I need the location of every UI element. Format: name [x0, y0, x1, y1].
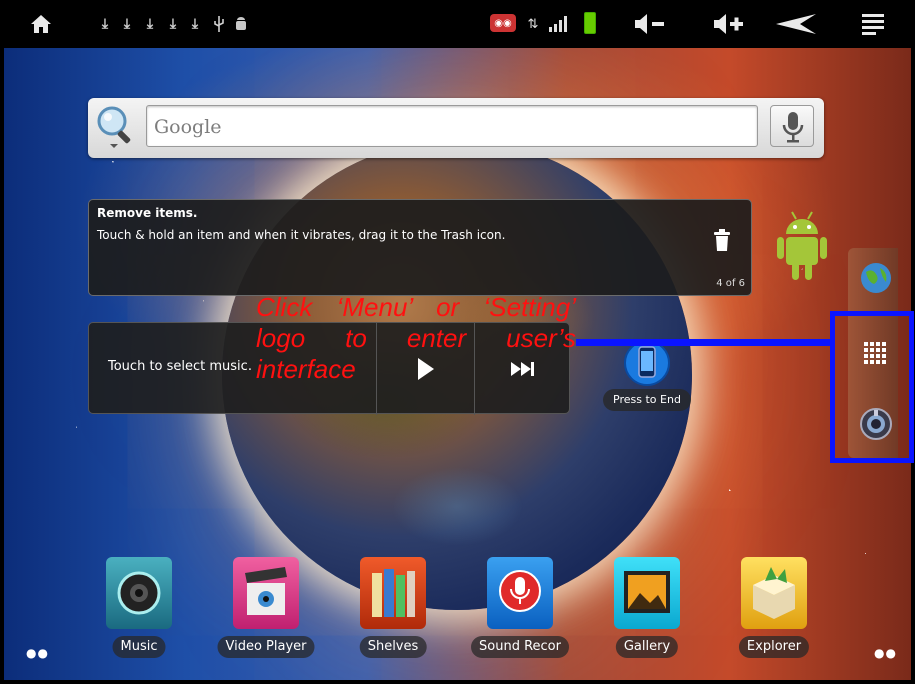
music-prompt: Touch to select music. [108, 359, 252, 374]
status-bar: ⤓ ⤓ ⤓ ⤓ ⤓ ◉◉ ⇅ [0, 0, 915, 48]
download-icon[interactable]: ⤓ [98, 14, 112, 34]
trash-icon [713, 228, 731, 252]
app-music[interactable]: Music [84, 554, 194, 664]
clapperboard-icon [233, 557, 299, 629]
google-search-widget: Google [88, 98, 824, 158]
screen-record-icon[interactable]: ◉◉ [490, 14, 516, 32]
download-icon[interactable]: ⤓ [166, 14, 180, 34]
speaker-icon [106, 557, 172, 629]
download-icon[interactable]: ⤓ [188, 14, 202, 34]
android-robot-icon[interactable] [776, 210, 828, 284]
annotation-text: Click ‘Menu’ or ‘Setting’ logo to enter … [256, 292, 576, 384]
app-label: Explorer [738, 636, 810, 658]
search-input[interactable]: Google [146, 105, 758, 147]
page-indicator-left[interactable]: ●● [26, 646, 49, 660]
tip-counter: 4 of 6 [716, 278, 745, 289]
app-explorer[interactable]: Explorer [719, 554, 829, 664]
voice-search-button[interactable] [770, 105, 814, 147]
app-label: Gallery [615, 636, 679, 658]
app-label: Video Player [217, 636, 315, 658]
tip-title: Remove items. [97, 206, 198, 220]
search-icon[interactable] [94, 104, 138, 150]
app-label: Sound Recor [471, 636, 569, 658]
page-indicator-right[interactable]: ●● [874, 646, 897, 660]
data-transfer-icon: ⇅ [527, 16, 539, 32]
picture-icon [614, 557, 680, 629]
package-icon [741, 557, 807, 629]
microphone-icon [487, 557, 553, 629]
books-icon [360, 557, 426, 629]
volume-down-icon[interactable] [631, 12, 667, 36]
annotation-arrow-line [576, 339, 832, 346]
press-to-end-label: Press to End [603, 389, 691, 411]
menu-icon[interactable] [862, 12, 884, 36]
microphone-icon [782, 112, 804, 143]
usb-icon[interactable] [212, 14, 226, 34]
app-shelves[interactable]: Shelves [338, 554, 448, 664]
android-debug-icon[interactable] [234, 14, 248, 34]
tip-body: Touch & hold an item and when it vibrate… [97, 228, 506, 242]
app-video-player[interactable]: Video Player [211, 554, 321, 664]
signal-icon [546, 14, 572, 34]
app-sound-recorder[interactable]: Sound Recor [465, 554, 575, 664]
app-label: Music [112, 636, 166, 658]
home-icon[interactable] [27, 10, 55, 38]
app-label: Shelves [359, 636, 427, 658]
tip-card: Remove items. Touch & hold an item and w… [88, 199, 752, 296]
annotation-highlight-box [830, 311, 914, 463]
battery-icon [584, 12, 596, 34]
volume-up-icon[interactable] [710, 12, 746, 36]
app-gallery[interactable]: Gallery [592, 554, 702, 664]
globe-icon[interactable] [860, 262, 892, 294]
download-icon[interactable]: ⤓ [143, 14, 157, 34]
download-icon[interactable]: ⤓ [120, 14, 134, 34]
back-icon[interactable] [776, 12, 818, 36]
